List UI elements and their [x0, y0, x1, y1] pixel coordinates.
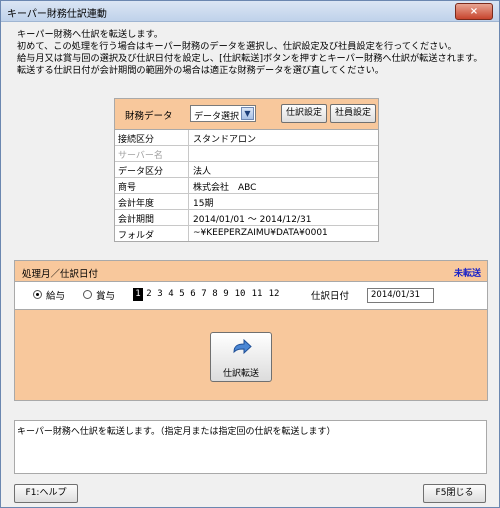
- close-window-button[interactable]: ×: [455, 3, 493, 20]
- info-key: 会計年度: [118, 199, 155, 209]
- data-select-value: データ選択: [194, 112, 240, 122]
- employee-settings-button[interactable]: 社員設定: [330, 104, 376, 123]
- month-9[interactable]: 9: [221, 288, 231, 301]
- bonus-radio[interactable]: [83, 290, 92, 299]
- info-row-data-type: データ区分 法人: [115, 162, 378, 178]
- month-10[interactable]: 10: [232, 288, 248, 301]
- transfer-arrow-icon: [233, 339, 252, 355]
- info-value: スタンドアロン: [193, 135, 257, 145]
- data-select-dropdown[interactable]: データ選択 ▼: [190, 105, 256, 122]
- month-2[interactable]: 2: [144, 288, 154, 301]
- month-6[interactable]: 6: [188, 288, 198, 301]
- info-row-server: サーバー名: [115, 146, 378, 162]
- journal-date-label: 仕訳日付: [311, 291, 350, 302]
- journal-transfer-button[interactable]: 仕訳転送: [210, 332, 272, 382]
- info-value: 2014/01/01 ～ 2014/12/31: [193, 215, 312, 225]
- info-key: 接続区分: [118, 135, 155, 145]
- app-window: キーパー財務仕訳連動 × キーパー財務へ仕訳を転送します。 初めて、この処理を行…: [0, 0, 500, 508]
- intro-line: 給与月又は賞与回の選択及び仕訳日付を設定し、[仕訳転送]ボタンを押すとキーパー財…: [17, 53, 483, 64]
- title-bar: キーパー財務仕訳連動 ×: [1, 1, 499, 22]
- salary-radio-label[interactable]: 給与: [46, 288, 65, 302]
- financial-data-label: 財務データ: [125, 111, 173, 122]
- info-row-folder: フォルダ ~¥KEEPERZAIMU¥DATA¥0001: [115, 226, 378, 241]
- month-11[interactable]: 11: [249, 288, 265, 301]
- month-4[interactable]: 4: [166, 288, 176, 301]
- month-5[interactable]: 5: [177, 288, 187, 301]
- intro-line: キーパー財務へ仕訳を転送します。: [17, 29, 163, 40]
- month-1[interactable]: 1: [133, 288, 143, 301]
- month-7[interactable]: 7: [199, 288, 209, 301]
- journal-settings-button[interactable]: 仕訳設定: [281, 104, 327, 123]
- process-section: 処理月／仕訳日付 未転送 給与 賞与 1 2 3 4 5 6 7 8 9 10 …: [14, 260, 488, 401]
- process-options-row: 給与 賞与 1 2 3 4 5 6 7 8 9 10 11 12 仕訳日付 20…: [15, 282, 487, 310]
- info-value: 法人: [193, 167, 212, 177]
- process-header: 処理月／仕訳日付 未転送: [15, 261, 487, 282]
- transfer-button-label: 仕訳転送: [222, 369, 259, 379]
- financial-data-panel: 財務データ データ選択 ▼ 仕訳設定 社員設定 接続区分 スタンドアロン サーバ…: [114, 98, 379, 242]
- info-row-company: 商号 株式会社 ABC: [115, 178, 378, 194]
- bonus-radio-label[interactable]: 賞与: [96, 288, 115, 302]
- info-row-connection: 接続区分 スタンドアロン: [115, 130, 378, 146]
- info-key: 商号: [118, 183, 137, 193]
- info-value: ~¥KEEPERZAIMU¥DATA¥0001: [193, 228, 328, 238]
- info-key: フォルダ: [118, 231, 155, 241]
- intro-text: キーパー財務へ仕訳を転送します。 初めて、この処理を行う場合はキーパー財務のデー…: [17, 29, 492, 77]
- info-row-period: 会計期間 2014/01/01 ～ 2014/12/31: [115, 210, 378, 226]
- info-key: 会計期間: [118, 215, 155, 225]
- info-row-fiscal-year: 会計年度 15期: [115, 194, 378, 210]
- month-12[interactable]: 12: [266, 288, 282, 301]
- process-label: 処理月／仕訳日付: [22, 269, 99, 280]
- journal-date-input[interactable]: 2014/01/31: [367, 288, 434, 303]
- status-badge: 未転送: [453, 269, 481, 279]
- month-3[interactable]: 3: [155, 288, 165, 301]
- month-8[interactable]: 8: [210, 288, 220, 301]
- help-button[interactable]: F1:ヘルプ: [14, 484, 78, 503]
- financial-data-header: 財務データ データ選択 ▼ 仕訳設定 社員設定: [115, 99, 378, 130]
- message-area: キーパー財務へ仕訳を転送します。（指定月または指定回の仕訳を転送します）: [14, 420, 487, 474]
- info-key: データ区分: [118, 167, 164, 177]
- intro-line: 転送する仕訳日付が会計期間の範囲外の場合は適正な財務データを選び直してください。: [17, 65, 384, 76]
- chevron-down-icon[interactable]: ▼: [241, 107, 254, 120]
- info-value: 15期: [193, 199, 214, 209]
- intro-line: 初めて、この処理を行う場合はキーパー財務のデータを選択し、仕訳設定及び社員設定を…: [17, 41, 457, 52]
- info-value: 株式会社 ABC: [193, 183, 257, 193]
- info-key: サーバー名: [118, 151, 163, 161]
- close-button[interactable]: F5閉じる: [423, 484, 486, 503]
- salary-radio[interactable]: [33, 290, 42, 299]
- window-title: キーパー財務仕訳連動: [7, 9, 107, 20]
